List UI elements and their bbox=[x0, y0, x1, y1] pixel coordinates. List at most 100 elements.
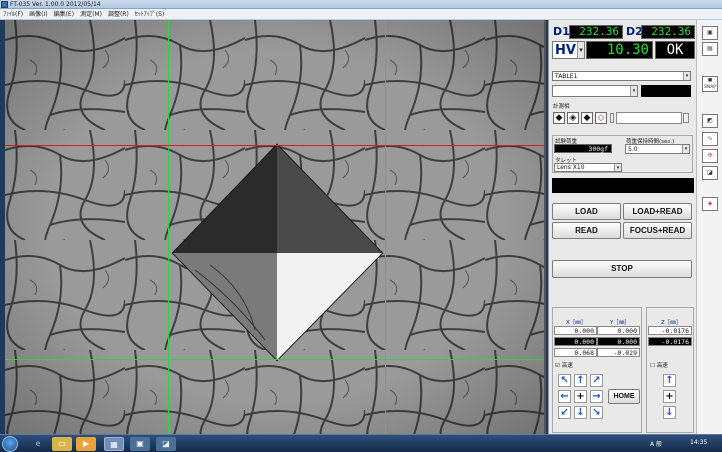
scale-label: HV bbox=[555, 43, 576, 58]
menu-setup[interactable]: ｾｯﾄｱｯﾌﾟ(S) bbox=[132, 9, 168, 20]
test-load-value: 300gf bbox=[554, 144, 612, 153]
home-button[interactable]: HOME bbox=[608, 389, 640, 404]
chart-icon[interactable]: ◩ bbox=[702, 114, 718, 128]
pattern-display bbox=[641, 85, 691, 97]
menu-image[interactable]: 画像(I) bbox=[26, 9, 50, 20]
title-bar: FT-035 Ver. 1.00.0 2012/05/14 bbox=[0, 0, 722, 9]
camera-icon: ■ bbox=[707, 78, 713, 83]
xy-fast-checkbox[interactable]: ☑ 高速 bbox=[555, 361, 573, 369]
microscope-view[interactable] bbox=[5, 20, 546, 434]
app-icon bbox=[1, 1, 8, 8]
tray-ime[interactable]: A 般 bbox=[650, 439, 662, 448]
arrow-down-icon[interactable]: ↓ bbox=[574, 406, 587, 419]
y-value-3: -0.029 bbox=[597, 348, 640, 357]
media-icon[interactable]: ▶ bbox=[76, 437, 96, 451]
graph-icon[interactable]: ◪ bbox=[702, 166, 718, 180]
mode-value-field[interactable] bbox=[616, 112, 682, 124]
menu-measure[interactable]: 測定(M) bbox=[77, 9, 105, 20]
chevron-down-icon: ▾ bbox=[682, 145, 689, 153]
ie-icon[interactable]: e bbox=[28, 437, 48, 451]
z-axis-label: Z［㎜］ bbox=[661, 320, 682, 326]
status-display bbox=[552, 178, 694, 193]
stop-button[interactable]: STOP bbox=[552, 260, 692, 278]
diamond-mode-1-icon[interactable]: ◆ bbox=[553, 112, 565, 124]
x-value-3: 0.068 bbox=[554, 348, 597, 357]
crosshair-bottom-green[interactable] bbox=[5, 359, 544, 360]
tray-clock: 14:35 bbox=[690, 439, 708, 446]
pattern-icon[interactable]: ✣ bbox=[702, 149, 718, 163]
y-axis-label: Y［㎜］ bbox=[610, 320, 630, 326]
diamond-mode-3-icon[interactable]: ◆ bbox=[581, 112, 593, 124]
table-select[interactable]: TABLE1 ▾ bbox=[552, 71, 691, 81]
y-value-2: 0.000 bbox=[597, 337, 640, 346]
hardness-value: 10.30 bbox=[586, 41, 653, 59]
crosshair-top-red[interactable] bbox=[5, 145, 544, 146]
z-up-icon[interactable]: ↑ bbox=[663, 374, 676, 387]
control-panel: D1 232.36 D2 232.36 HV ▾ 10.30 OK TABLE1… bbox=[548, 20, 696, 434]
chevron-down-icon: ▾ bbox=[630, 86, 637, 96]
z-value-1: -0.0176 bbox=[648, 326, 692, 335]
mode-label: 計測相 bbox=[553, 104, 570, 110]
z-down-icon[interactable]: ↓ bbox=[663, 406, 676, 419]
arrow-down-right-icon[interactable]: ↘ bbox=[590, 406, 603, 419]
window-title: FT-035 Ver. 1.00.0 2012/05/14 bbox=[10, 1, 101, 8]
wave-icon[interactable]: ∿ bbox=[702, 132, 718, 146]
d2-value: 232.36 bbox=[641, 25, 695, 39]
x-value-2: 0.000 bbox=[554, 337, 597, 346]
diamond-icon[interactable]: ◈ bbox=[702, 197, 718, 211]
xy-fast-label: 高速 bbox=[561, 363, 573, 369]
mode-toolbar: ◆ ◈ ◆ ◇ bbox=[552, 111, 692, 125]
start-button[interactable] bbox=[2, 436, 18, 452]
side-toolbar: ▣ ▤ ■ SNAP ◩ ∿ ✣ ◪ ◈ bbox=[696, 20, 722, 434]
read-button[interactable]: READ bbox=[552, 222, 621, 239]
tool-task-icon[interactable]: ◪ bbox=[156, 437, 176, 451]
snap-label: SNAP bbox=[703, 85, 716, 90]
pattern-select[interactable]: ▾ bbox=[552, 85, 638, 97]
d1-label: D1 bbox=[553, 25, 570, 38]
diamond-mode-4-icon[interactable]: ◇ bbox=[595, 112, 607, 124]
menu-edit[interactable]: 編集(E) bbox=[51, 9, 77, 20]
menu-file[interactable]: ﾌｧｲﾙ(F) bbox=[0, 9, 26, 20]
indentation-image bbox=[5, 20, 544, 434]
arrow-up-left-icon[interactable]: ↖ bbox=[558, 374, 571, 387]
spin-left-icon[interactable] bbox=[610, 113, 614, 123]
crosshair-left-green[interactable] bbox=[168, 20, 169, 434]
arrow-up-icon[interactable]: ↑ bbox=[574, 374, 587, 387]
menu-bar: ﾌｧｲﾙ(F) 画像(I) 編集(E) 測定(M) 調整(R) ｾｯﾄｱｯﾌﾟ(S) bbox=[0, 9, 722, 20]
y-value-1: 0.000 bbox=[597, 326, 640, 335]
plus-icon[interactable]: + bbox=[574, 390, 587, 403]
focus-read-button[interactable]: FOCUS+READ bbox=[623, 222, 692, 239]
taskbar: e ▭ ▶ ▦ ▣ ◪ A 般 14:35 bbox=[0, 434, 722, 452]
diamond-mode-2-icon[interactable]: ◈ bbox=[567, 112, 579, 124]
chevron-down-icon: ▾ bbox=[683, 72, 690, 80]
app-task-icon[interactable]: ▦ bbox=[104, 437, 124, 451]
save-icon[interactable]: ▤ bbox=[702, 42, 718, 56]
snap-button[interactable]: ■ SNAP bbox=[702, 76, 718, 92]
arrow-up-right-icon[interactable]: ↗ bbox=[590, 374, 603, 387]
cube-icon[interactable]: ▣ bbox=[702, 26, 718, 40]
arrow-right-icon[interactable]: → bbox=[590, 390, 603, 403]
d1-value: 232.36 bbox=[569, 25, 623, 39]
judgement-badge: OK bbox=[655, 41, 695, 59]
load-button[interactable]: LOAD bbox=[552, 203, 621, 220]
dwell-time-select[interactable]: 5.0 ▾ bbox=[625, 144, 690, 154]
x-value-1: 0.000 bbox=[554, 326, 597, 335]
z-plus-icon[interactable]: + bbox=[663, 390, 676, 403]
folder-icon[interactable]: ▭ bbox=[52, 437, 72, 451]
table-select-value: TABLE1 bbox=[555, 73, 578, 80]
z-fast-label: 高速 bbox=[656, 363, 668, 369]
load-read-button[interactable]: LOAD+READ bbox=[623, 203, 692, 220]
window-task-icon[interactable]: ▣ bbox=[130, 437, 150, 451]
dwell-time-value: 5.0 bbox=[628, 146, 638, 153]
spin-right-icon[interactable] bbox=[683, 113, 689, 123]
z-fast-checkbox[interactable]: ☐ 高速 bbox=[650, 361, 668, 369]
scale-select[interactable]: HV ▾ bbox=[552, 41, 585, 59]
z-value-2: -0.0176 bbox=[648, 337, 692, 346]
turret-select[interactable]: Lens X10 ▾ bbox=[554, 163, 622, 172]
chevron-down-icon: ▾ bbox=[577, 42, 584, 58]
arrow-down-left-icon[interactable]: ↙ bbox=[558, 406, 571, 419]
menu-adjust[interactable]: 調整(R) bbox=[105, 9, 132, 20]
arrow-left-icon[interactable]: ← bbox=[558, 390, 571, 403]
crosshair-right-green[interactable] bbox=[385, 20, 386, 434]
chevron-down-icon: ▾ bbox=[614, 164, 621, 171]
